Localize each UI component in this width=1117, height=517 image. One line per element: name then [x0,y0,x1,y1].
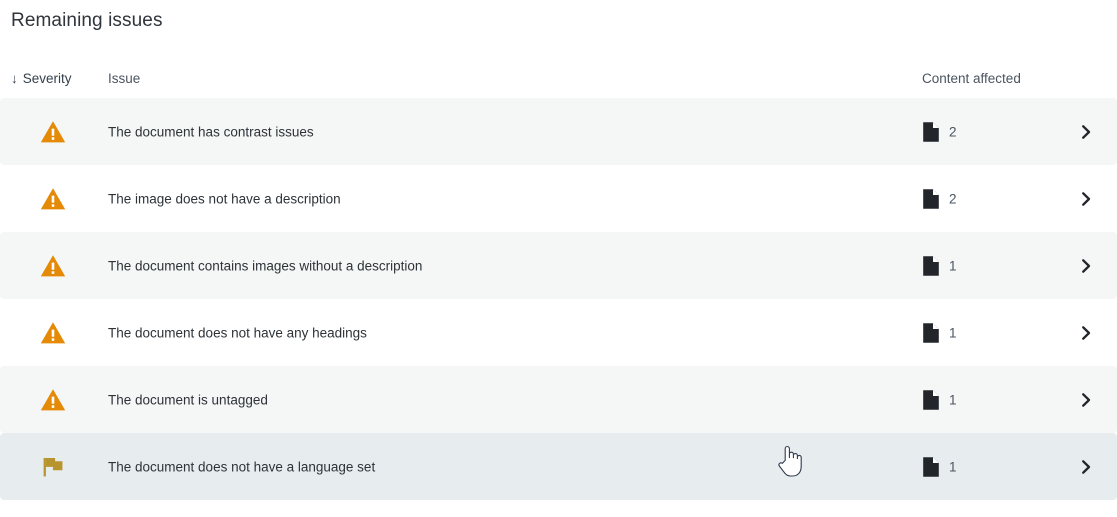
document-icon [922,322,940,343]
content-affected-cell: 2 [922,188,957,209]
warning-triangle-icon [40,119,66,145]
chevron-right-icon[interactable] [1077,391,1095,409]
flag-icon [40,454,66,480]
table-row[interactable]: The document does not have any headings 1 [0,299,1117,366]
column-header-severity[interactable]: ↓ Severity [11,70,72,88]
issue-label: The document does not have a language se… [108,459,376,474]
issue-label: The document does not have any headings [108,325,367,340]
column-header-content-affected[interactable]: Content affected [922,70,1021,88]
table-rows: The document has contrast issues 2 The ima… [0,98,1117,500]
table-header-row: ↓ Severity Issue Content affected [0,62,1117,98]
warning-triangle-icon [40,253,66,279]
content-affected-count: 2 [949,124,957,139]
content-affected-count: 2 [949,191,957,206]
chevron-right-icon[interactable] [1077,324,1095,342]
issue-label: The document has contrast issues [108,124,314,139]
chevron-right-icon[interactable] [1077,123,1095,141]
table-row[interactable]: The document does not have a language se… [0,433,1117,500]
page-title: Remaining issues [11,10,163,31]
chevron-right-icon[interactable] [1077,190,1095,208]
table-row[interactable]: The document is untagged 1 [0,366,1117,433]
document-icon [922,188,940,209]
document-icon [922,255,940,276]
issue-label: The document contains images without a d… [108,258,423,273]
content-affected-count: 1 [949,459,957,474]
document-icon [922,121,940,142]
remaining-issues-panel: Remaining issues ↓ Severity Issue Conten… [0,0,1117,517]
content-affected-count: 1 [949,325,957,340]
chevron-right-icon[interactable] [1077,257,1095,275]
column-header-severity-label: Severity [22,71,72,86]
sort-descending-arrow-icon: ↓ [11,71,18,86]
document-icon [922,389,940,410]
warning-triangle-icon [40,186,66,212]
table-row[interactable]: The image does not have a description 2 [0,165,1117,232]
issues-table: ↓ Severity Issue Content affected The do… [0,62,1117,500]
content-affected-cell: 1 [922,456,957,477]
warning-triangle-icon [40,387,66,413]
content-affected-count: 1 [949,258,957,273]
issue-label: The document is untagged [108,392,268,407]
chevron-right-icon[interactable] [1077,458,1095,476]
table-row[interactable]: The document has contrast issues 2 [0,98,1117,165]
column-header-issue[interactable]: Issue [108,70,140,88]
content-affected-cell: 1 [922,389,957,410]
content-affected-cell: 1 [922,255,957,276]
issue-label: The image does not have a description [108,191,341,206]
content-affected-count: 1 [949,392,957,407]
warning-triangle-icon [40,320,66,346]
document-icon [922,456,940,477]
content-affected-cell: 1 [922,322,957,343]
content-affected-cell: 2 [922,121,957,142]
table-row[interactable]: The document contains images without a d… [0,232,1117,299]
